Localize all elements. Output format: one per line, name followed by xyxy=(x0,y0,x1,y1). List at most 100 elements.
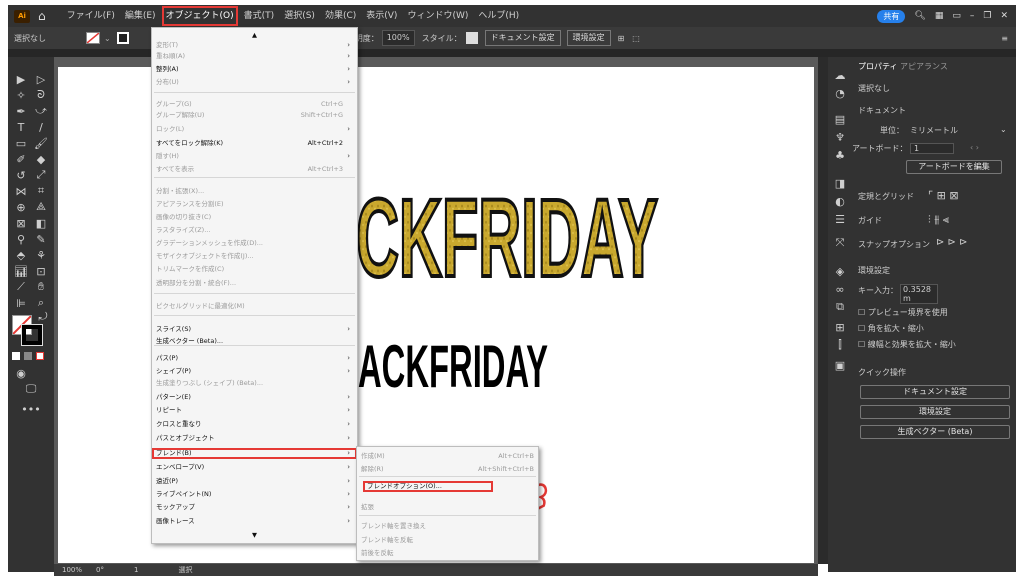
menu-item[interactable]: パターン(E) › xyxy=(152,392,357,403)
selection-tool-icon[interactable]: ▶ xyxy=(12,71,30,87)
unit-select[interactable]: ミリメートル xyxy=(910,125,958,136)
menu-item[interactable]: ロック(L) › xyxy=(152,124,357,135)
menu-item[interactable]: 透明部分を分割・統合(F)... xyxy=(152,278,357,289)
workspace-icon[interactable]: ▦ xyxy=(935,11,944,21)
menu-item[interactable]: 分割・拡張(X)... xyxy=(152,186,357,197)
artboards-icon[interactable]: ⧉ xyxy=(831,299,849,315)
menu-help[interactable]: ヘルプ(H) xyxy=(473,5,524,27)
close-icon[interactable]: ✕ xyxy=(1000,11,1008,21)
menu-item[interactable]: リピート › xyxy=(152,405,357,416)
menu-effect[interactable]: 効果(C) xyxy=(320,5,361,27)
minimize-icon[interactable]: – xyxy=(970,11,975,21)
paintbrush-icon[interactable]: 🖌︎ xyxy=(32,135,50,151)
mesh-tool-icon[interactable]: ⊠ xyxy=(12,215,30,231)
none-mode-icon[interactable] xyxy=(36,352,44,360)
menu-item[interactable]: 変形(T) › xyxy=(152,40,357,51)
menu-view[interactable]: 表示(V) xyxy=(361,5,402,27)
key-increment-input[interactable]: 0.3528 m xyxy=(900,284,938,304)
screen-mode-icon[interactable]: 🖵︎ xyxy=(22,381,40,397)
magic-wand-icon[interactable]: ✧ xyxy=(12,87,30,103)
scale-corners-checkbox[interactable]: ☐ 角を拡大・縮小 xyxy=(858,323,924,334)
align-tool-icon[interactable]: ⊫ xyxy=(12,295,30,311)
direct-selection-tool-icon[interactable]: ▷ xyxy=(32,71,50,87)
arrange-icon[interactable]: ▭ xyxy=(952,11,961,21)
document-settings-button[interactable]: ドキュメント設定 xyxy=(484,30,561,46)
menu-item[interactable]: すべてをロック解除(K) Alt+Ctrl+2 xyxy=(152,138,357,149)
submenu-item[interactable]: 拡張 xyxy=(357,502,538,513)
panel-options-icon[interactable]: ≡ xyxy=(1001,34,1008,43)
shape-builder-icon[interactable]: ⊕ xyxy=(12,199,30,215)
menu-item[interactable]: 重ね順(A) › xyxy=(152,51,357,62)
layers-icon[interactable]: ▤ xyxy=(831,111,849,127)
menu-item[interactable]: モックアップ › xyxy=(152,502,357,513)
ruler-icon[interactable]: ⌜ ⊞ ⊠ xyxy=(928,189,959,202)
symbols-icon[interactable]: ♣ xyxy=(831,147,849,163)
transform-icon[interactable]: ⬚ xyxy=(632,34,640,43)
type-tool-icon[interactable]: T xyxy=(12,119,30,135)
zoom-level[interactable]: 100% xyxy=(62,566,82,574)
menu-item[interactable]: 画像トレース › xyxy=(152,516,357,527)
menu-item[interactable]: アピアランスを分割(E) xyxy=(152,199,357,210)
generative-vector-button[interactable]: 生成ベクター (Beta) xyxy=(860,425,1010,439)
color-icon[interactable]: ◔ xyxy=(831,85,849,101)
vertical-scrollbar[interactable] xyxy=(818,57,828,564)
menu-type[interactable]: 書式(T) xyxy=(239,5,280,27)
menu-item[interactable]: 隠す(H) › xyxy=(152,151,357,162)
stroke-swatch[interactable] xyxy=(116,32,129,44)
free-transform-icon[interactable]: ⌗ xyxy=(32,183,50,199)
gradient-icon[interactable]: ◐ xyxy=(831,193,849,209)
asset-export-icon[interactable]: ▣ xyxy=(831,357,849,373)
preview-bounds-checkbox[interactable]: ☐ プレビュー境界を使用 xyxy=(858,307,948,318)
document-settings-panel-button[interactable]: ドキュメント設定 xyxy=(860,385,1010,399)
menu-item[interactable]: 生成ベクター (Beta)... xyxy=(152,336,357,347)
tab-appearance[interactable]: アピアランス xyxy=(900,61,948,72)
opacity-input[interactable]: 100% xyxy=(381,30,415,46)
share-button[interactable]: 共有 xyxy=(877,9,906,23)
menu-item[interactable]: パスとオブジェクト › xyxy=(152,433,357,444)
lasso-icon[interactable]: ᘐ xyxy=(32,87,50,103)
menu-item[interactable]: グループ(G) Ctrl+G xyxy=(152,99,357,110)
menu-item[interactable]: すべてを表示 Alt+Ctrl+3 xyxy=(152,164,357,175)
chevron-down-icon[interactable]: ⌄ xyxy=(104,34,111,43)
perspective-grid-icon[interactable]: ⟁ xyxy=(32,199,50,215)
width-tool-icon[interactable]: ⋈ xyxy=(12,183,30,199)
menu-item[interactable]: スライス(S) › xyxy=(152,324,357,335)
symbol-sprayer-icon[interactable]: ⚘ xyxy=(32,247,50,263)
snap-icon[interactable]: ⊳ ⊳ ⊳ xyxy=(936,237,968,248)
home-icon[interactable]: ⌂ xyxy=(38,9,46,23)
menu-window[interactable]: ウィンドウ(W) xyxy=(402,5,473,27)
measure-icon[interactable]: ✎ xyxy=(32,231,50,247)
style-swatch[interactable] xyxy=(465,32,478,44)
hand-tool-icon[interactable]: ✋︎ xyxy=(32,279,50,295)
brushes-icon[interactable]: ♆ xyxy=(831,129,849,145)
submenu-item[interactable]: ブレンド軸を置き換え xyxy=(357,521,538,532)
menu-item-blend-options[interactable]: ブレンドオプション(O)... xyxy=(363,481,493,492)
stroke-color-icon[interactable] xyxy=(21,324,43,346)
swap-colors-icon[interactable]: ⤾ xyxy=(34,309,52,325)
menu-item[interactable]: グラデーションメッシュを作成(D)... xyxy=(152,238,357,249)
submenu-item[interactable]: 解除(R) Alt+Shift+Ctrl+B xyxy=(357,464,538,475)
gradient-tool-icon[interactable]: ◧ xyxy=(32,215,50,231)
menu-item[interactable]: ライブペイント(N) › xyxy=(152,489,357,500)
menu-item[interactable]: 生成塗りつぶし (シェイプ) (Beta)... xyxy=(152,378,357,389)
pen-tool-icon[interactable]: ✒ xyxy=(12,103,30,119)
scale-tool-icon[interactable]: ⤢ xyxy=(32,167,50,183)
menu-item[interactable]: グループ解除(U) Shift+Ctrl+G xyxy=(152,110,357,121)
menu-item[interactable]: クロスと重なり › xyxy=(152,419,357,430)
artboard-select[interactable]: 1 xyxy=(910,143,954,154)
more-tools-icon[interactable]: ••• xyxy=(21,401,40,417)
menu-file[interactable]: ファイル(F) xyxy=(62,5,120,27)
draw-mode-icon[interactable]: ◉ xyxy=(12,365,30,381)
scroll-down-icon[interactable]: ▼ xyxy=(152,530,357,541)
chevron-down-icon[interactable]: ⌄ xyxy=(1000,125,1007,134)
align-panel-icon[interactable]: ⫿ xyxy=(831,337,849,353)
search-icon[interactable]: 🔍︎ xyxy=(914,11,925,21)
artboard-nav-icon[interactable]: ‹ › xyxy=(970,143,979,152)
preferences-button[interactable]: 環境設定 xyxy=(566,30,611,46)
menu-object[interactable]: オブジェクト(O) xyxy=(161,5,239,27)
links-icon[interactable]: ∞ xyxy=(831,281,849,297)
align-icon[interactable]: ⊞ xyxy=(618,34,625,43)
menu-item[interactable]: シェイプ(P) › xyxy=(152,366,357,377)
menu-item-blend[interactable]: ブレンド(B) › xyxy=(152,448,357,459)
menu-item[interactable]: 遠近(P) › xyxy=(152,476,357,487)
